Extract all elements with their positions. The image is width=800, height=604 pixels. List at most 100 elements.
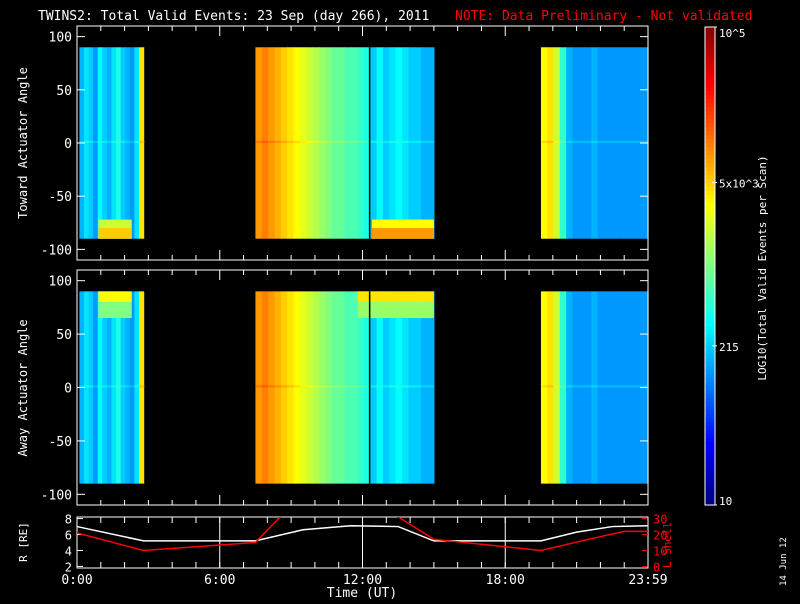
- colorbar-cell: [705, 369, 715, 375]
- heatmap-cell: [274, 47, 282, 239]
- heatmap-cell: [553, 140, 561, 143]
- colorbar-cell: [705, 194, 715, 199]
- heatmap-cell: [134, 140, 140, 143]
- colorbar-cell: [705, 273, 715, 279]
- heatmap-cell: [129, 291, 136, 484]
- colorbar-cell: [705, 158, 715, 164]
- colorbar-cell: [705, 353, 715, 359]
- colorbar-cell: [705, 441, 715, 446]
- colorbar-cell: [705, 226, 715, 231]
- heatmap-cell: [591, 291, 599, 484]
- colorbar-cell: [705, 222, 715, 227]
- heatmap-cell: [603, 291, 611, 484]
- colorbar-cell: [705, 170, 715, 175]
- colorbar-cell: [705, 246, 715, 251]
- colorbar-tick-label: 10^5: [719, 27, 746, 40]
- colorbar-cell: [705, 401, 715, 407]
- heatmap-cell: [287, 47, 295, 239]
- heatmap-cell: [280, 140, 288, 143]
- colorbar-cell: [705, 297, 715, 303]
- heatmap-cell: [566, 385, 574, 388]
- heatmap-cell: [268, 291, 276, 484]
- heatmap-cell: [102, 291, 108, 484]
- heatmap-cell: [120, 47, 126, 239]
- colorbar-cell: [705, 493, 715, 498]
- heatmap-cell: [319, 140, 327, 143]
- heatmap-cell: [540, 291, 548, 484]
- heatmap-cell: [261, 47, 269, 239]
- colorbar-cell: [705, 126, 715, 132]
- heatmap-cell: [578, 140, 586, 143]
- heatmap-cell: [134, 47, 140, 239]
- colorbar-cell: [705, 329, 715, 335]
- colorbar-cell: [705, 174, 715, 179]
- colorbar-cell: [705, 138, 715, 144]
- heatmap-cell: [306, 385, 314, 388]
- heatmap-cell: [293, 140, 301, 143]
- x-tick-label: 6:00: [204, 573, 235, 588]
- heatmap-cell: [106, 47, 113, 239]
- heatmap-cell: [97, 140, 103, 143]
- heatmap-cell: [382, 140, 390, 143]
- heatmap-cell: [566, 47, 574, 239]
- colorbar-cell: [705, 102, 715, 108]
- colorbar-cell: [705, 154, 715, 160]
- heatmap-cell: [88, 47, 94, 239]
- colorbar-cell: [705, 66, 715, 72]
- heatmap-cell: [585, 47, 592, 239]
- heatmap-cell: [585, 385, 592, 388]
- heatmap-cell: [268, 47, 276, 239]
- heatmap-cell: [134, 385, 140, 388]
- colorbar-cell: [705, 349, 715, 355]
- heatmap-cell: [395, 291, 403, 484]
- heatmap-cell: [622, 385, 630, 388]
- heatmap-cell: [116, 385, 122, 388]
- heatmap-cell: [139, 291, 145, 484]
- heatmap-cell: [255, 385, 263, 388]
- colorbar-cell: [705, 473, 715, 478]
- heatmap-cell: [139, 385, 145, 388]
- colorbar-cell: [705, 497, 715, 502]
- heatmap-cell: [357, 140, 365, 143]
- x-tick-label: 12:00: [343, 573, 382, 588]
- heatmap-cell: [129, 47, 136, 239]
- orbit-ylabel-left: R [RE]: [17, 522, 30, 562]
- heatmap-cell: [319, 47, 327, 239]
- heatmap-cell: [120, 291, 126, 484]
- heatmap-cell: [389, 47, 397, 239]
- colorbar-cell: [705, 118, 715, 124]
- y-tick-label: 100: [49, 275, 72, 290]
- heatmap-cell: [287, 140, 295, 143]
- colorbar-cell: [705, 461, 715, 466]
- heatmap-cell: [97, 291, 103, 484]
- heatmap-cell: [344, 47, 352, 239]
- colorbar-cell: [705, 337, 715, 343]
- colorbar-cell: [705, 218, 715, 223]
- heatmap-cell: [357, 385, 365, 388]
- heatmap-cell: [629, 47, 637, 239]
- colorbar-cell: [705, 182, 715, 187]
- heatmap-cell: [325, 47, 333, 239]
- heatmap-cell: [408, 291, 416, 484]
- heatmap-cell: [603, 47, 611, 239]
- heatmap-cell: [88, 385, 94, 388]
- colorbar-cell: [705, 289, 715, 295]
- heatmap-cell: [578, 291, 586, 484]
- colorbar-tick-label: 215: [719, 341, 739, 354]
- colorbar-cell: [705, 146, 715, 152]
- heatmap-cell: [120, 140, 126, 143]
- colorbar-cell: [705, 417, 715, 422]
- heatmap-cell: [102, 140, 108, 143]
- colorbar-cell: [705, 122, 715, 128]
- heatmap-cell: [261, 140, 269, 143]
- colorbar-cell: [705, 234, 715, 239]
- heatmap-cell: [616, 140, 624, 143]
- colorbar-cell: [705, 293, 715, 299]
- colorbar-cell: [705, 114, 715, 120]
- heatmap-cell: [559, 291, 567, 484]
- heatmap-cell: [293, 291, 301, 484]
- heatmap-cell: [331, 385, 339, 388]
- colorbar-cell: [705, 142, 715, 148]
- heatmap-cell: [293, 385, 301, 388]
- away-ylabel: Away Actuator Angle: [16, 319, 30, 456]
